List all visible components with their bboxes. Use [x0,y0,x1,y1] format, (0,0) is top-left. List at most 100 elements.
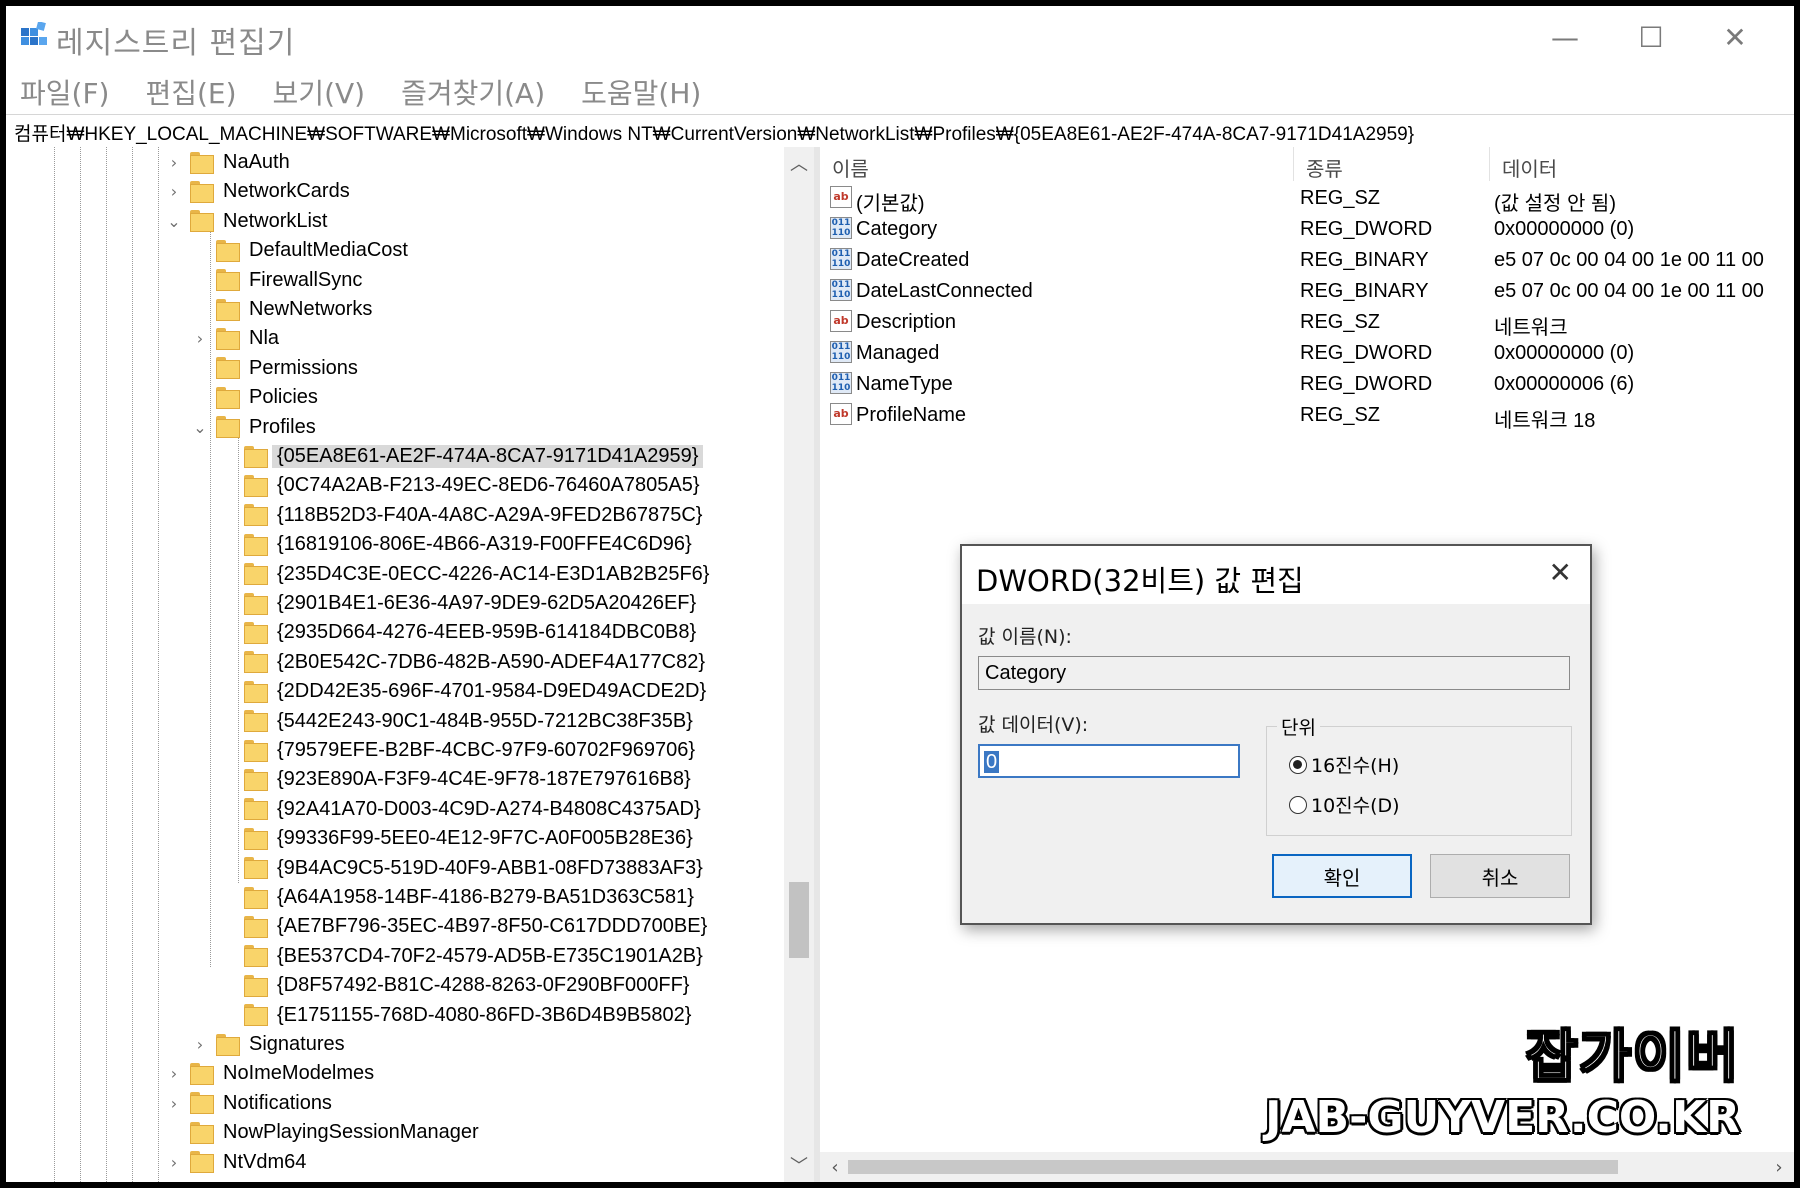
tree-node[interactable]: › Notifications [164,1089,337,1118]
collapse-chevron-icon[interactable]: ⌄ [164,209,184,233]
maximize-button[interactable]: ☐ [1616,14,1686,60]
tree-node-label: NewNetworks [249,298,373,320]
value-row[interactable]: ab Description REG_SZ 네트워크 [820,307,1794,339]
tree-node[interactable]: {118B52D3-F40A-4A8C-A29A-9FED2B67875C} [218,501,707,530]
close-window-button[interactable]: ✕ [1700,14,1770,60]
column-header-data[interactable]: 데이터 [1490,147,1794,181]
dialog-close-icon[interactable]: ✕ [1549,556,1572,589]
collapse-chevron-icon[interactable]: ⌄ [190,415,210,439]
scroll-left-icon[interactable]: ‹ [822,1154,848,1180]
tree-node[interactable]: › NetworkCards [164,177,355,206]
tree-node[interactable]: ⌄ NetworkList [164,207,332,236]
menu-view[interactable]: 보기(V) [259,68,378,112]
tree-node[interactable]: ⌄ Profiles [190,413,321,442]
expand-chevron-icon[interactable]: › [190,1033,210,1057]
tree-node[interactable]: NowPlayingSessionManager [164,1118,484,1147]
value-row[interactable]: ab ProfileName REG_SZ 네트워크 18 [820,400,1794,432]
tree-node[interactable]: {2B0E542C-7DB6-482B-A590-ADEF4A177C82} [218,648,710,677]
folder-icon [190,1062,214,1085]
tree-node[interactable]: {0C74A2AB-F213-49EC-8ED6-76460A7805A5} [218,471,705,500]
value-row[interactable]: 011 110 DateCreated REG_BINARY e5 07 0c 00 … [820,245,1794,276]
value-type: REG_DWORD [1300,218,1433,240]
scroll-up-icon[interactable]: ︿ [784,149,814,177]
minimize-button[interactable]: — [1530,14,1600,60]
scroll-down-icon[interactable]: ﹀ [784,1151,814,1179]
folder-icon [216,416,240,439]
expand-chevron-icon[interactable]: › [164,1062,184,1086]
expand-chevron-icon[interactable]: › [164,151,184,175]
tree-node[interactable]: › Nla [190,324,284,353]
column-header-type[interactable]: 종류 [1294,147,1490,181]
value-row[interactable]: 011 110 NameType REG_DWORD 0x00000006 (6) [820,369,1794,400]
radio-decimal[interactable]: 10진수(D) [1289,791,1400,818]
expand-chevron-icon[interactable]: › [164,1150,184,1174]
tree-node[interactable]: {92A41A70-D003-4C9D-A274-B4808C4375AD} [218,795,706,824]
tree-node[interactable]: DefaultMediaCost [190,236,413,265]
list-horizontal-scrollbar[interactable]: ‹ › [820,1152,1794,1182]
tree-node-label: {2935D664-4276-4EEB-959B-614184DBC0B8} [277,621,697,644]
tree-node[interactable]: › NtVdm64 [164,1148,311,1177]
tree-node[interactable]: {BE537CD4-70F2-4579-AD5B-E735C1901A2B} [218,942,708,971]
value-data: 네트워크 18 [1494,410,1596,432]
tree-node[interactable]: {2935D664-4276-4EEB-959B-614184DBC0B8} [218,618,701,647]
folder-icon [244,915,268,938]
tree-node[interactable]: {A64A1958-14BF-4186-B279-BA51D363C581} [218,883,699,912]
scroll-thumb[interactable] [848,1160,1618,1174]
value-row[interactable]: 011 110 Managed REG_DWORD 0x00000000 (0) [820,338,1794,369]
tree-node[interactable]: › NaAuth [164,148,295,177]
tree-node[interactable]: {923E890A-F3F9-4C4E-9F78-187E797616B8} [218,765,696,794]
binary-value-icon: 011 110 [830,217,852,239]
value-data-field[interactable]: 0 [978,744,1240,778]
folder-icon [190,151,214,174]
menu-edit[interactable]: 편집(E) [131,68,248,112]
menu-file[interactable]: 파일(F) [6,68,121,112]
window-title: 레지스트리 편집기 [56,26,296,61]
address-bar[interactable]: 컴퓨터₩HKEY_LOCAL_MACHINE₩SOFTWARE₩Microsof… [6,114,1794,148]
tree-node[interactable]: {E1751155-768D-4080-86FD-3B6D4B9B5802} [218,1001,696,1030]
tree-node[interactable]: {2DD42E35-696F-4701-9584-D9ED49ACDE2D} [218,677,711,706]
tree-node[interactable]: › Signatures [190,1030,350,1059]
value-data-text: 0 [984,751,1000,773]
menu-help[interactable]: 도움말(H) [567,68,713,112]
tree-node[interactable]: {16819106-806E-4B66-A319-F00FFE4C6D96} [218,530,697,559]
value-row[interactable]: 011 110 Category REG_DWORD 0x00000000 (0) [820,214,1794,245]
scroll-right-icon[interactable]: › [1766,1154,1792,1180]
tree-node[interactable]: NewNetworks [190,295,377,324]
tree-node[interactable]: Permissions [190,354,363,383]
value-row[interactable]: ab (기본값) REG_SZ (값 설정 안 됨) [820,183,1794,215]
tree-node[interactable]: {99336F99-5EE0-4E12-9F7C-A0F005B28E36} [218,824,698,853]
tree-node[interactable]: FirewallSync [190,266,367,295]
tree-node[interactable]: {05EA8E61-AE2F-474A-8CA7-9171D41A2959} [218,442,704,471]
tree-node-label: {2DD42E35-696F-4701-9584-D9ED49ACDE2D} [277,680,707,703]
expand-chevron-icon[interactable]: › [190,327,210,351]
tree-node-label: {BE537CD4-70F2-4579-AD5B-E735C1901A2B} [277,944,703,967]
tree-node[interactable]: {235D4C3E-0ECC-4226-AC14-E3D1AB2B25F6} [218,560,714,589]
address-path[interactable]: 컴퓨터₩HKEY_LOCAL_MACHINE₩SOFTWARE₩Microsof… [14,119,1414,146]
tree-node[interactable]: {79579EFE-B2BF-4CBC-97F9-60702F969706} [218,736,700,765]
tree-node[interactable]: {D8F57492-B81C-4288-8263-0F290BF000FF} [218,971,694,1000]
tree-node[interactable]: › NoImeModelmes [164,1059,379,1088]
folder-icon [244,739,268,762]
value-name: Managed [856,342,940,364]
value-name: ProfileName [856,404,967,426]
folder-icon [216,298,240,321]
tree-node[interactable]: {AE7BF796-35EC-4B97-8F50-C617DDD700BE} [218,912,712,941]
cancel-button[interactable]: 취소 [1430,854,1570,898]
menu-favorites[interactable]: 즐겨찾기(A) [387,68,557,112]
tree-node-label: {118B52D3-F40A-4A8C-A29A-9FED2B67875C} [277,503,703,526]
radio-hexadecimal[interactable]: 16진수(H) [1289,751,1399,778]
expand-chevron-icon[interactable]: › [164,180,184,204]
tree-node[interactable]: {5442E243-90C1-484B-955D-7212BC38F35B} [218,707,698,736]
ok-button[interactable]: 확인 [1272,854,1412,898]
scroll-thumb[interactable] [789,882,809,958]
tree-node[interactable]: Policies [190,383,323,412]
tree-node-label: {9B4AC9C5-519D-40F9-ABB1-08FD73883AF3} [277,856,703,879]
column-header-name[interactable]: 이름 [820,147,1294,181]
expand-chevron-icon[interactable]: › [164,1091,184,1115]
tree-vertical-scrollbar[interactable]: ︿ ﹀ [784,147,814,1182]
tree-node[interactable]: {2901B4E1-6E36-4A97-9DE9-62D5A20426EF} [218,589,701,618]
value-row[interactable]: 011 110 DateLastConnected REG_BINARY e5 07 … [820,276,1794,307]
tree-node[interactable]: {9B4AC9C5-519D-40F9-ABB1-08FD73883AF3} [218,854,708,883]
